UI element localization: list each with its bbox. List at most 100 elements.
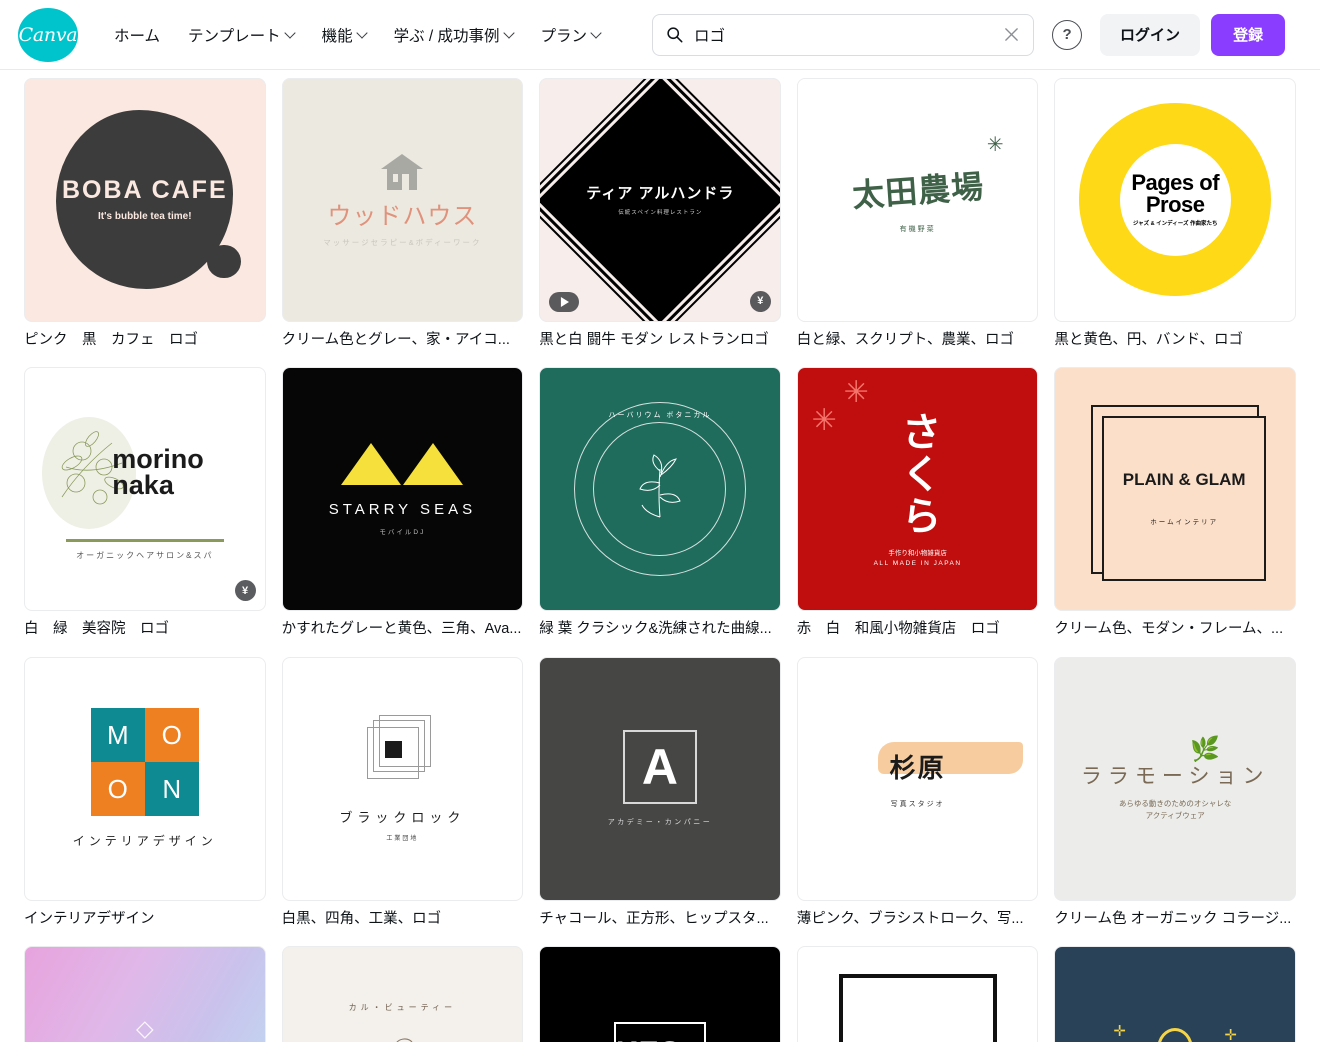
- logo-subtitle: 伝統スペイン料理レストラン: [617, 209, 703, 216]
- template-card[interactable]: 南山真奈 会計事務所: [796, 946, 1039, 1042]
- nav-item-plans-label: プラン: [540, 27, 588, 45]
- nav-item-features[interactable]: 機能: [308, 16, 380, 54]
- rect-frame-shape: 南山真奈 会計事務所: [838, 973, 997, 1042]
- template-caption[interactable]: 緑 葉 クラシック&洗練された曲線...: [539, 620, 781, 639]
- logo-title: PLAIN & GLAM: [1122, 470, 1246, 490]
- template-thumbnail[interactable]: 杉原 写真スタジオ: [796, 656, 1039, 901]
- house-icon: [379, 152, 425, 192]
- template-card[interactable]: Pages of Prose ジャズ & インディーズ 作曲家たち 黒と黄色、円…: [1054, 78, 1296, 349]
- flower-icon: ✳: [843, 376, 869, 410]
- logo-subtitle: オーガニックヘアサロン&スパ: [76, 551, 214, 561]
- template-card[interactable]: ✳ 太田農場 有機野菜 白と緑、スクリプト、農業、ロゴ: [796, 78, 1039, 350]
- template-caption[interactable]: クリーム色とグレー、家・アイコ...: [282, 331, 524, 350]
- chevron-down-icon: [590, 26, 602, 39]
- template-thumbnail[interactable]: 🌿 ララモーション あらゆる動きのためのオシャレな アクティブウェア: [1054, 656, 1296, 901]
- logo-subtitle: インテリアデザイン: [72, 834, 217, 849]
- botanical-wreath-icon: カル・ビューティー: [316, 981, 489, 1042]
- logo-subtitle: 工業団地: [386, 836, 419, 843]
- template-card[interactable]: BOBA CAFE It's bubble tea time! ピンク 黒 カフ…: [24, 78, 266, 349]
- template-caption[interactable]: インテリアデザイン: [24, 910, 266, 929]
- template-card[interactable]: カル・ビューティー: [281, 946, 524, 1042]
- template-thumbnail[interactable]: ◇ LUSH LASHES: [24, 946, 266, 1042]
- template-card[interactable]: ✛ ✛ ✛ ✛ ✛ ✛ グレート アイデア: [1054, 946, 1296, 1042]
- yen-badge-icon[interactable]: ¥: [234, 580, 256, 602]
- nav-item-plans[interactable]: プラン: [527, 16, 615, 54]
- template-card[interactable]: KES SEY: [539, 946, 781, 1042]
- login-button[interactable]: ログイン: [1100, 13, 1201, 56]
- yen-badge-icon[interactable]: ¥: [749, 290, 771, 312]
- template-thumbnail[interactable]: PLAIN & GLAM ホームインテリア: [1054, 367, 1296, 612]
- logo-title: KES SEY: [616, 1036, 704, 1042]
- template-card[interactable]: ブラックロック 工業団地 白黒、四角、工業、ロゴ: [281, 656, 524, 929]
- template-caption[interactable]: 白 緑 美容院 ロゴ: [24, 620, 266, 639]
- template-card[interactable]: A アカデミー・カンパニー チャコール、正方形、ヒップスタ...: [539, 656, 781, 929]
- template-caption[interactable]: 白と緑、スクリプト、農業、ロゴ: [797, 331, 1039, 350]
- template-thumbnail[interactable]: ブラックロック 工業団地: [281, 656, 524, 901]
- logo-subtitle: 有機野菜: [899, 225, 936, 233]
- template-thumbnail[interactable]: A アカデミー・カンパニー: [539, 656, 781, 901]
- help-icon-label: ?: [1062, 26, 1072, 43]
- template-card[interactable]: 杉原 写真スタジオ 薄ピンク、ブラシストローク、写...: [796, 656, 1039, 929]
- nav-item-learn-label: 学ぶ / 成功事例: [393, 27, 500, 45]
- search-input[interactable]: [694, 25, 1000, 44]
- logo-subtitle: マッサージセラピー&ボディーワーク: [323, 237, 482, 247]
- template-card[interactable]: morino naka オーガニックヘアサロン&スパ ¥ 白 緑 美容院 ロゴ: [24, 367, 266, 638]
- lightbulb-icon: [1157, 1028, 1194, 1042]
- logo-title: ブラックロック: [339, 810, 466, 826]
- template-caption[interactable]: 白黒、四角、工業、ロゴ: [282, 910, 524, 929]
- logo-title: A: [641, 739, 679, 796]
- template-caption[interactable]: クリーム色 オーガニック コラージ...: [1054, 910, 1296, 929]
- template-caption[interactable]: クリーム色、モダン・フレーム、...: [1054, 620, 1296, 639]
- template-card[interactable]: ハーバリウム ボタニカル 緑 葉 クラシック&洗練された曲線...: [539, 367, 781, 638]
- logo-subtitle: ジャズ & インディーズ 作曲家たち: [1132, 220, 1218, 227]
- template-card[interactable]: ◇ LUSH LASHES: [24, 946, 266, 1042]
- template-thumbnail[interactable]: ウッドハウス マッサージセラピー&ボディーワーク: [281, 78, 524, 322]
- template-card[interactable]: ✳ ✳ さくら 手作り和小物雑貨店 ALL MADE IN JAPAN 赤 白 …: [796, 367, 1039, 639]
- template-thumbnail[interactable]: M O O N インテリアデザイン: [24, 656, 266, 901]
- template-card[interactable]: PLAIN & GLAM ホームインテリア クリーム色、モダン・フレーム、...: [1054, 367, 1296, 638]
- template-thumbnail[interactable]: BOBA CAFE It's bubble tea time!: [24, 78, 266, 322]
- triangles-icon: [341, 442, 464, 485]
- logo-title: STARRY SEAS: [328, 500, 477, 518]
- help-icon[interactable]: ?: [1052, 19, 1083, 50]
- template-caption[interactable]: ピンク 黒 カフェ ロゴ: [24, 331, 266, 350]
- template-thumbnail[interactable]: KES SEY: [539, 946, 781, 1042]
- template-thumbnail[interactable]: カル・ビューティー: [281, 946, 524, 1042]
- template-thumbnail[interactable]: Pages of Prose ジャズ & インディーズ 作曲家たち: [1054, 78, 1296, 322]
- canva-logo-text: Canva: [18, 23, 78, 46]
- template-thumbnail[interactable]: ✳ 太田農場 有機野菜: [796, 78, 1039, 322]
- nav-item-templates[interactable]: テンプレート: [174, 16, 308, 54]
- play-badge-icon[interactable]: [549, 291, 580, 312]
- template-caption[interactable]: 赤 白 和風小物雑貨店 ロゴ: [797, 620, 1039, 639]
- template-thumbnail[interactable]: ティア アルハンドラ 伝統スペイン料理レストラン ¥: [539, 78, 781, 322]
- template-caption[interactable]: 黒と黄色、円、バンド、ロゴ: [1054, 331, 1296, 350]
- template-thumbnail[interactable]: morino naka オーガニックヘアサロン&スパ ¥: [24, 367, 266, 612]
- search-box[interactable]: [652, 13, 1035, 56]
- signup-button[interactable]: 登録: [1211, 13, 1286, 56]
- template-thumbnail[interactable]: 南山真奈 会計事務所: [796, 946, 1039, 1042]
- template-card[interactable]: ティア アルハンドラ 伝統スペイン料理レストラン ¥ 黒と白 闘牛 モダン レス…: [539, 78, 781, 349]
- template-thumbnail[interactable]: ✛ ✛ ✛ ✛ ✛ ✛ グレート アイデア: [1054, 946, 1296, 1042]
- divider: [65, 539, 224, 543]
- template-thumbnail[interactable]: ✳ ✳ さくら 手作り和小物雑貨店 ALL MADE IN JAPAN: [796, 367, 1039, 612]
- nav-item-learn[interactable]: 学ぶ / 成功事例: [380, 16, 527, 54]
- template-card[interactable]: M O O N インテリアデザイン インテリアデザイン: [24, 656, 266, 929]
- template-caption[interactable]: チャコール、正方形、ヒップスタ...: [539, 910, 781, 929]
- template-card[interactable]: 🌿 ララモーション あらゆる動きのためのオシャレな アクティブウェア クリーム色…: [1054, 656, 1296, 929]
- template-caption[interactable]: 薄ピンク、ブラシストローク、写...: [797, 910, 1039, 929]
- template-card[interactable]: ウッドハウス マッサージセラピー&ボディーワーク クリーム色とグレー、家・アイコ…: [281, 78, 524, 350]
- moon-squares-icon: M O O N: [90, 708, 199, 817]
- close-icon[interactable]: [999, 23, 1023, 47]
- logo-subtitle: アカデミー・カンパニー: [607, 819, 713, 827]
- nav-item-home[interactable]: ホーム: [100, 16, 174, 54]
- logo-title: Pages of Prose: [1131, 169, 1220, 217]
- template-card[interactable]: STARRY SEAS モバイルDJ かすれたグレーと黄色、三角、Ava...: [281, 367, 524, 639]
- logo-subtitle: It's bubble tea time!: [98, 211, 192, 223]
- template-caption[interactable]: 黒と白 闘牛 モダン レストランロゴ: [539, 331, 781, 350]
- logo-subtitle: あらゆる動きのためのオシャレな: [1118, 799, 1232, 809]
- canva-logo[interactable]: Canva: [18, 7, 78, 62]
- template-caption[interactable]: かすれたグレーと黄色、三角、Ava...: [282, 620, 524, 639]
- site-header: Canva ホーム テンプレート 機能 学ぶ / 成功事例 プラン ロゴ ? ロ…: [0, 0, 1320, 70]
- template-thumbnail[interactable]: ハーバリウム ボタニカル: [539, 367, 781, 612]
- template-thumbnail[interactable]: STARRY SEAS モバイルDJ: [281, 367, 524, 612]
